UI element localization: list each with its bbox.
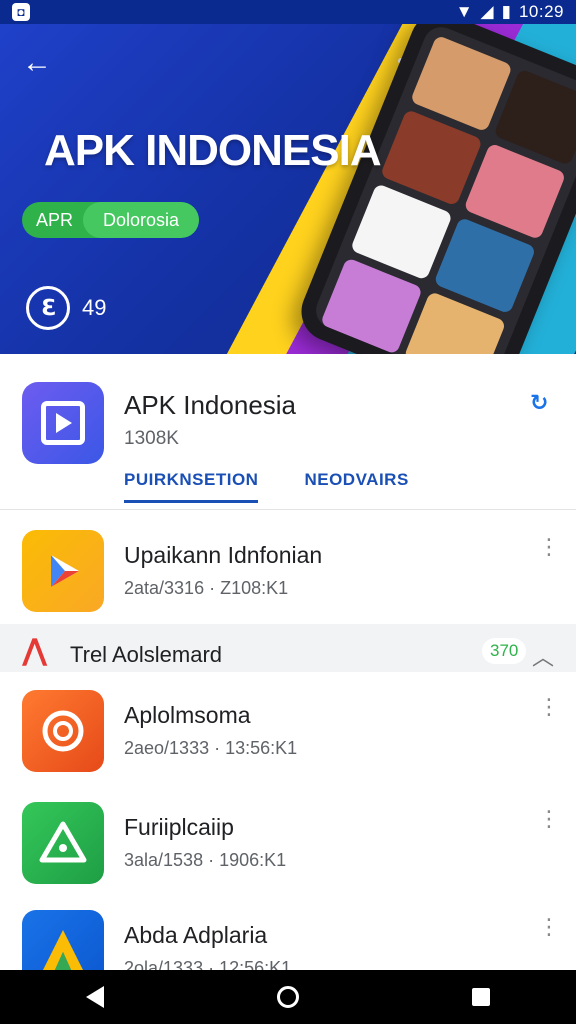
app-logo bbox=[22, 382, 104, 464]
back-arrow-icon[interactable]: ← bbox=[22, 48, 54, 80]
section-header[interactable]: ⋀ Trel Aolslemard 370 ︿ bbox=[0, 624, 576, 672]
hero-banner: ← APK INDONESIA APR Dolorosia ℇ 49 bbox=[0, 24, 576, 354]
play-store-icon bbox=[22, 530, 104, 612]
refresh-icon[interactable]: ↻ bbox=[530, 390, 554, 415]
section-title: Trel Aolslemard bbox=[70, 642, 223, 667]
status-bar: ◘ ▼ ◢ ▮ 10:29 bbox=[0, 0, 576, 24]
tab-row: PUIRKNSETION NEODVAIRS bbox=[124, 470, 409, 503]
wifi-icon: ▼ bbox=[455, 2, 473, 21]
badge-count: 49 bbox=[82, 295, 107, 320]
item-title: Upaikann Idnfonian bbox=[124, 542, 323, 568]
nav-back-icon[interactable] bbox=[86, 986, 105, 1008]
category-pill[interactable]: APR Dolorosia bbox=[22, 202, 200, 238]
item-meta: 2aeo/1333 · 13:56:K1 bbox=[124, 738, 298, 758]
tab-neodvairs[interactable]: NEODVAIRS bbox=[304, 470, 408, 503]
item-meta: 2ata/3316 · Z108:K1 bbox=[124, 578, 289, 598]
app-sub: 1308K bbox=[124, 428, 179, 449]
status-icons: ▼ ◢ ▮ 10:29 bbox=[456, 2, 564, 22]
more-vert-icon[interactable]: ⋮ bbox=[538, 808, 560, 844]
nav-home-icon[interactable] bbox=[276, 986, 299, 1008]
hero-badge[interactable]: ℇ 49 bbox=[26, 286, 106, 330]
more-vert-icon[interactable]: ⋮ bbox=[538, 916, 560, 952]
app-header-card: APK Indonesia 1308K ↻ PUIRKNSETION NEODV… bbox=[0, 354, 576, 510]
item-meta: 3ala/1538 · 1906:K1 bbox=[124, 850, 287, 870]
notification-icon: ◘ bbox=[12, 3, 30, 21]
navigation-bar bbox=[0, 970, 576, 1024]
status-time: 10:29 bbox=[518, 2, 564, 21]
chevron-up-icon[interactable]: ︿ bbox=[532, 640, 556, 670]
list-item[interactable]: Furiiplcaiip 3ala/1538 · 1906:K1 ⋮ bbox=[0, 784, 576, 894]
phone-screen bbox=[310, 24, 576, 354]
triangle-icon bbox=[22, 802, 104, 884]
signal-icon: ◢ bbox=[480, 2, 494, 21]
play-frame-icon bbox=[41, 401, 85, 445]
a-red-icon: ⋀ bbox=[22, 634, 48, 667]
hero-title: APK INDONESIA bbox=[44, 126, 382, 175]
e-circle-icon: ℇ bbox=[26, 286, 70, 330]
pill-right-label: Dolorosia bbox=[83, 202, 200, 238]
pill-left-label: APR bbox=[36, 209, 74, 230]
list-item[interactable]: Upaikann Idnfonian 2ata/3316 · Z108:K1 ⋮ bbox=[0, 512, 576, 622]
tab-puirknsetion[interactable]: PUIRKNSETION bbox=[124, 470, 259, 503]
item-title: Aplolmsoma bbox=[124, 702, 251, 728]
more-vert-icon[interactable]: ⋮ bbox=[538, 696, 560, 732]
item-title: Abda Adplaria bbox=[124, 922, 268, 948]
battery-icon: ▮ bbox=[501, 2, 511, 21]
section-count: 370 bbox=[482, 638, 527, 664]
nav-recent-icon[interactable] bbox=[471, 988, 490, 1006]
target-icon bbox=[22, 690, 104, 772]
list-item[interactable]: Aplolmsoma 2aeo/1333 · 13:56:K1 ⋮ bbox=[0, 672, 576, 782]
app-name: APK Indonesia bbox=[124, 390, 297, 420]
more-vert-icon[interactable]: ⋮ bbox=[538, 536, 560, 572]
item-title: Furiiplcaiip bbox=[124, 814, 234, 840]
